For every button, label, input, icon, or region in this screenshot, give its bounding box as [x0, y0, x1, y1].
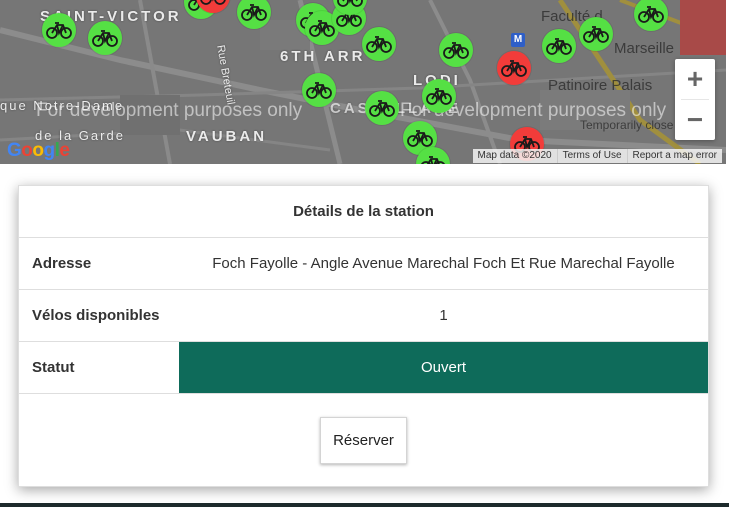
bike-station-marker[interactable]	[542, 29, 576, 63]
report-map-error-link[interactable]: Report a map error	[626, 149, 722, 163]
status-label: Statut	[32, 359, 75, 376]
bicycle-icon	[241, 4, 267, 21]
zoom-in-button[interactable]: +	[675, 59, 715, 99]
bicycle-icon	[92, 30, 118, 47]
bottom-bar	[0, 503, 729, 507]
page: SAINT-VICTOR 6TH ARR LODI VAUBAN CASTELL…	[0, 0, 729, 507]
bicycle-icon	[583, 26, 609, 43]
bike-station-marker[interactable]	[422, 79, 456, 113]
map-label-patinoire: Patinoire Palais	[548, 77, 653, 94]
bikes-label: Vélos disponibles	[32, 307, 160, 324]
bicycle-icon	[420, 156, 446, 164]
address-value: Foch Fayolle - Angle Avenue Marechal Foc…	[212, 255, 675, 272]
bike-station-marker[interactable]	[497, 51, 531, 85]
bike-station-marker[interactable]	[362, 27, 396, 61]
bicycle-icon	[369, 100, 395, 117]
map[interactable]: SAINT-VICTOR 6TH ARR LODI VAUBAN CASTELL…	[0, 0, 726, 164]
map-data-link[interactable]: Map data ©2020	[473, 149, 557, 163]
bike-station-marker[interactable]	[579, 17, 613, 51]
bicycle-icon	[366, 36, 392, 53]
terms-of-use-link[interactable]: Terms of Use	[556, 149, 627, 163]
bicycle-icon	[337, 0, 363, 7]
google-logo[interactable]: Google	[7, 140, 70, 162]
bicycle-icon	[306, 82, 332, 99]
bicycle-icon	[501, 60, 527, 77]
card-title: Détails de la station	[19, 186, 708, 238]
map-attribution: Map data ©2020 Terms of Use Report a map…	[472, 149, 722, 163]
bike-station-marker[interactable]	[302, 73, 336, 107]
bikes-value: 1	[439, 307, 448, 324]
reserve-button[interactable]: Réserver	[320, 417, 407, 464]
bike-station-marker[interactable]	[42, 13, 76, 47]
bike-station-marker[interactable]	[439, 33, 473, 67]
bicycle-icon	[443, 42, 469, 59]
bicycle-icon	[426, 88, 452, 105]
bicycle-icon	[638, 6, 664, 23]
address-row: Adresse Foch Fayolle - Angle Avenue Mare…	[19, 238, 708, 290]
station-details-card: Détails de la station Adresse Foch Fayol…	[18, 185, 709, 487]
map-label-6th-arr: 6TH ARR	[280, 48, 366, 65]
metro-icon: M	[511, 33, 525, 47]
zoom-out-button[interactable]: −	[675, 100, 715, 140]
bike-station-marker[interactable]	[365, 91, 399, 125]
dev-notice-left: For development purposes only	[36, 100, 303, 121]
status-row: Statut Ouvert	[19, 342, 708, 394]
bikes-row: Vélos disponibles 1	[19, 290, 708, 342]
address-label: Adresse	[32, 255, 92, 272]
bicycle-icon	[546, 38, 572, 55]
bicycle-icon	[46, 22, 72, 39]
map-label-marseille: Marseille	[614, 40, 675, 57]
status-badge: Ouvert	[179, 342, 708, 393]
map-label-vauban: VAUBAN	[186, 128, 268, 145]
card-footer: Réserver	[19, 394, 708, 487]
bicycle-icon	[200, 0, 226, 5]
bike-station-marker[interactable]	[88, 21, 122, 55]
zoom-control: + −	[675, 59, 715, 140]
bicycle-icon	[407, 130, 433, 147]
bicycle-icon	[309, 20, 335, 37]
